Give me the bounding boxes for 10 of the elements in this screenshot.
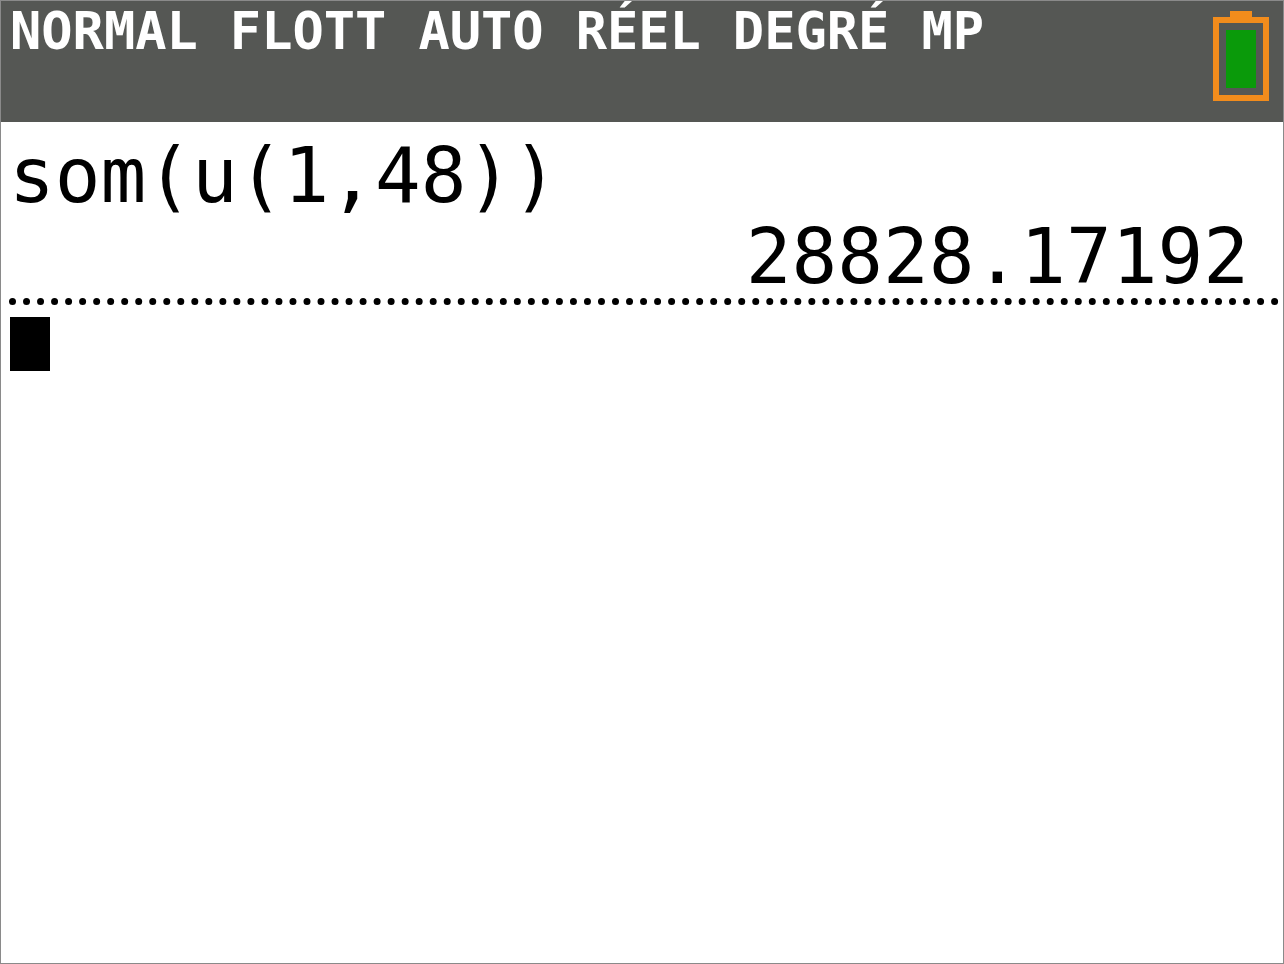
expression-text: som(u(1,48)) bbox=[9, 134, 560, 218]
text-cursor bbox=[10, 317, 50, 371]
mode-label: FLOTT bbox=[229, 1, 387, 63]
mode-label: MP bbox=[921, 1, 985, 63]
mode-label: RÉEL bbox=[575, 1, 701, 63]
mode-label: NORMAL bbox=[10, 1, 198, 63]
result-text: 28828.17192 bbox=[745, 218, 1249, 296]
mode-label: AUTO bbox=[418, 1, 544, 63]
mode-label: DEGRÉ bbox=[732, 1, 890, 63]
battery-icon bbox=[1213, 11, 1269, 101]
